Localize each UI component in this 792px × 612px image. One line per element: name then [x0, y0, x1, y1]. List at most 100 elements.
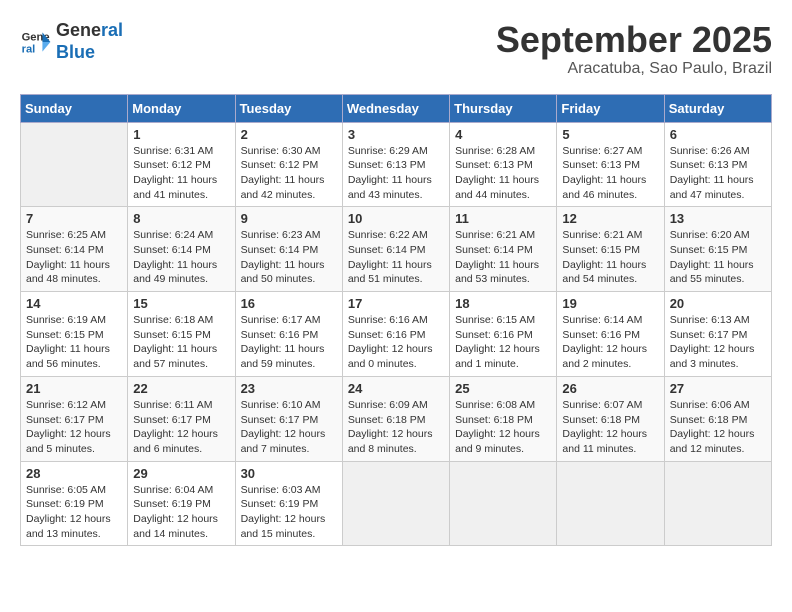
day-info: Sunrise: 6:27 AM Sunset: 6:13 PM Dayligh…: [562, 144, 658, 203]
calendar-cell: 18 Sunrise: 6:15 AM Sunset: 6:16 PM Dayli…: [450, 292, 557, 377]
calendar-cell: 5 Sunrise: 6:27 AM Sunset: 6:13 PM Daylig…: [557, 122, 664, 207]
weekday-header-cell: Friday: [557, 94, 664, 122]
day-number: 24: [348, 381, 444, 396]
calendar-cell: 28 Sunrise: 6:05 AM Sunset: 6:19 PM Dayli…: [21, 461, 128, 546]
day-number: 29: [133, 466, 229, 481]
day-info: Sunrise: 6:26 AM Sunset: 6:13 PM Dayligh…: [670, 144, 766, 203]
calendar-cell: 14 Sunrise: 6:19 AM Sunset: 6:15 PM Dayli…: [21, 292, 128, 377]
logo: Gene ral General Blue: [20, 20, 123, 63]
day-number: 26: [562, 381, 658, 396]
calendar-cell: 11Sunrise: 6:21 AM Sunset: 6:14 PM Dayli…: [450, 207, 557, 292]
day-info: Sunrise: 6:18 AM Sunset: 6:15 PM Dayligh…: [133, 313, 229, 372]
day-info: Sunrise: 6:31 AM Sunset: 6:12 PM Dayligh…: [133, 144, 229, 203]
calendar-cell: 20Sunrise: 6:13 AM Sunset: 6:17 PM Dayli…: [664, 292, 771, 377]
calendar-cell: 12 Sunrise: 6:21 AM Sunset: 6:15 PM Dayli…: [557, 207, 664, 292]
svg-text:ral: ral: [22, 43, 36, 55]
day-info: Sunrise: 6:23 AM Sunset: 6:14 PM Dayligh…: [241, 228, 337, 287]
weekday-header-cell: Saturday: [664, 94, 771, 122]
day-info: Sunrise: 6:25 AM Sunset: 6:14 PM Dayligh…: [26, 228, 122, 287]
day-number: 5: [562, 127, 658, 142]
day-number: 27: [670, 381, 766, 396]
day-number: 25: [455, 381, 551, 396]
day-number: 15: [133, 296, 229, 311]
calendar-cell: [450, 461, 557, 546]
calendar-cell: 26 Sunrise: 6:07 AM Sunset: 6:18 PM Dayli…: [557, 376, 664, 461]
calendar-cell: [21, 122, 128, 207]
day-number: 11: [455, 211, 551, 226]
calendar-cell: 22 Sunrise: 6:11 AM Sunset: 6:17 PM Dayli…: [128, 376, 235, 461]
day-info: Sunrise: 6:22 AM Sunset: 6:14 PM Dayligh…: [348, 228, 444, 287]
day-info: Sunrise: 6:12 AM Sunset: 6:17 PM Dayligh…: [26, 398, 122, 457]
calendar-cell: 25 Sunrise: 6:08 AM Sunset: 6:18 PM Dayli…: [450, 376, 557, 461]
day-number: 1: [133, 127, 229, 142]
day-info: Sunrise: 6:17 AM Sunset: 6:16 PM Dayligh…: [241, 313, 337, 372]
day-info: Sunrise: 6:08 AM Sunset: 6:18 PM Dayligh…: [455, 398, 551, 457]
calendar-week-row: 14 Sunrise: 6:19 AM Sunset: 6:15 PM Dayli…: [21, 292, 772, 377]
calendar-cell: 24Sunrise: 6:09 AM Sunset: 6:18 PM Dayli…: [342, 376, 449, 461]
day-number: 14: [26, 296, 122, 311]
weekday-header-cell: Sunday: [21, 94, 128, 122]
calendar-cell: 30 Sunrise: 6:03 AM Sunset: 6:19 PM Dayli…: [235, 461, 342, 546]
day-info: Sunrise: 6:30 AM Sunset: 6:12 PM Dayligh…: [241, 144, 337, 203]
title-area: September 2025 Aracatuba, Sao Paulo, Bra…: [496, 20, 772, 78]
day-number: 7: [26, 211, 122, 226]
day-number: 8: [133, 211, 229, 226]
calendar-cell: 8Sunrise: 6:24 AM Sunset: 6:14 PM Daylig…: [128, 207, 235, 292]
calendar-week-row: 1 Sunrise: 6:31 AM Sunset: 6:12 PM Daylig…: [21, 122, 772, 207]
day-number: 4: [455, 127, 551, 142]
day-number: 12: [562, 211, 658, 226]
calendar-cell: 19Sunrise: 6:14 AM Sunset: 6:16 PM Dayli…: [557, 292, 664, 377]
weekday-header-cell: Wednesday: [342, 94, 449, 122]
day-number: 3: [348, 127, 444, 142]
weekday-header-row: SundayMondayTuesdayWednesdayThursdayFrid…: [21, 94, 772, 122]
weekday-header-cell: Tuesday: [235, 94, 342, 122]
day-info: Sunrise: 6:20 AM Sunset: 6:15 PM Dayligh…: [670, 228, 766, 287]
day-info: Sunrise: 6:21 AM Sunset: 6:15 PM Dayligh…: [562, 228, 658, 287]
calendar-cell: 6 Sunrise: 6:26 AM Sunset: 6:13 PM Daylig…: [664, 122, 771, 207]
calendar-cell: [557, 461, 664, 546]
day-info: Sunrise: 6:03 AM Sunset: 6:19 PM Dayligh…: [241, 483, 337, 542]
calendar-cell: 23 Sunrise: 6:10 AM Sunset: 6:17 PM Dayli…: [235, 376, 342, 461]
day-number: 23: [241, 381, 337, 396]
day-number: 18: [455, 296, 551, 311]
calendar-cell: 29 Sunrise: 6:04 AM Sunset: 6:19 PM Dayli…: [128, 461, 235, 546]
day-info: Sunrise: 6:07 AM Sunset: 6:18 PM Dayligh…: [562, 398, 658, 457]
day-number: 22: [133, 381, 229, 396]
page-header: Gene ral General Blue September 2025 Ara…: [20, 20, 772, 78]
day-number: 6: [670, 127, 766, 142]
day-number: 16: [241, 296, 337, 311]
day-info: Sunrise: 6:15 AM Sunset: 6:16 PM Dayligh…: [455, 313, 551, 372]
day-number: 13: [670, 211, 766, 226]
day-info: Sunrise: 6:06 AM Sunset: 6:18 PM Dayligh…: [670, 398, 766, 457]
day-number: 17: [348, 296, 444, 311]
day-info: Sunrise: 6:05 AM Sunset: 6:19 PM Dayligh…: [26, 483, 122, 542]
logo-icon: Gene ral: [20, 26, 52, 58]
calendar-cell: 3Sunrise: 6:29 AM Sunset: 6:13 PM Daylig…: [342, 122, 449, 207]
calendar-cell: [342, 461, 449, 546]
calendar-cell: [664, 461, 771, 546]
day-number: 19: [562, 296, 658, 311]
calendar-table: SundayMondayTuesdayWednesdayThursdayFrid…: [20, 94, 772, 547]
calendar-body: 1 Sunrise: 6:31 AM Sunset: 6:12 PM Daylig…: [21, 122, 772, 546]
day-number: 2: [241, 127, 337, 142]
calendar-cell: 7 Sunrise: 6:25 AM Sunset: 6:14 PM Daylig…: [21, 207, 128, 292]
calendar-cell: 1 Sunrise: 6:31 AM Sunset: 6:12 PM Daylig…: [128, 122, 235, 207]
calendar-cell: 2 Sunrise: 6:30 AM Sunset: 6:12 PM Daylig…: [235, 122, 342, 207]
day-number: 20: [670, 296, 766, 311]
calendar-cell: 10Sunrise: 6:22 AM Sunset: 6:14 PM Dayli…: [342, 207, 449, 292]
day-info: Sunrise: 6:11 AM Sunset: 6:17 PM Dayligh…: [133, 398, 229, 457]
day-number: 21: [26, 381, 122, 396]
day-number: 28: [26, 466, 122, 481]
calendar-week-row: 7 Sunrise: 6:25 AM Sunset: 6:14 PM Daylig…: [21, 207, 772, 292]
day-info: Sunrise: 6:10 AM Sunset: 6:17 PM Dayligh…: [241, 398, 337, 457]
calendar-week-row: 21 Sunrise: 6:12 AM Sunset: 6:17 PM Dayli…: [21, 376, 772, 461]
calendar-week-row: 28 Sunrise: 6:05 AM Sunset: 6:19 PM Dayli…: [21, 461, 772, 546]
calendar-cell: 16 Sunrise: 6:17 AM Sunset: 6:16 PM Dayli…: [235, 292, 342, 377]
month-title: September 2025: [496, 20, 772, 60]
day-info: Sunrise: 6:19 AM Sunset: 6:15 PM Dayligh…: [26, 313, 122, 372]
calendar-cell: 27 Sunrise: 6:06 AM Sunset: 6:18 PM Dayli…: [664, 376, 771, 461]
day-info: Sunrise: 6:04 AM Sunset: 6:19 PM Dayligh…: [133, 483, 229, 542]
weekday-header-cell: Thursday: [450, 94, 557, 122]
day-number: 30: [241, 466, 337, 481]
logo-text: General Blue: [56, 20, 123, 63]
